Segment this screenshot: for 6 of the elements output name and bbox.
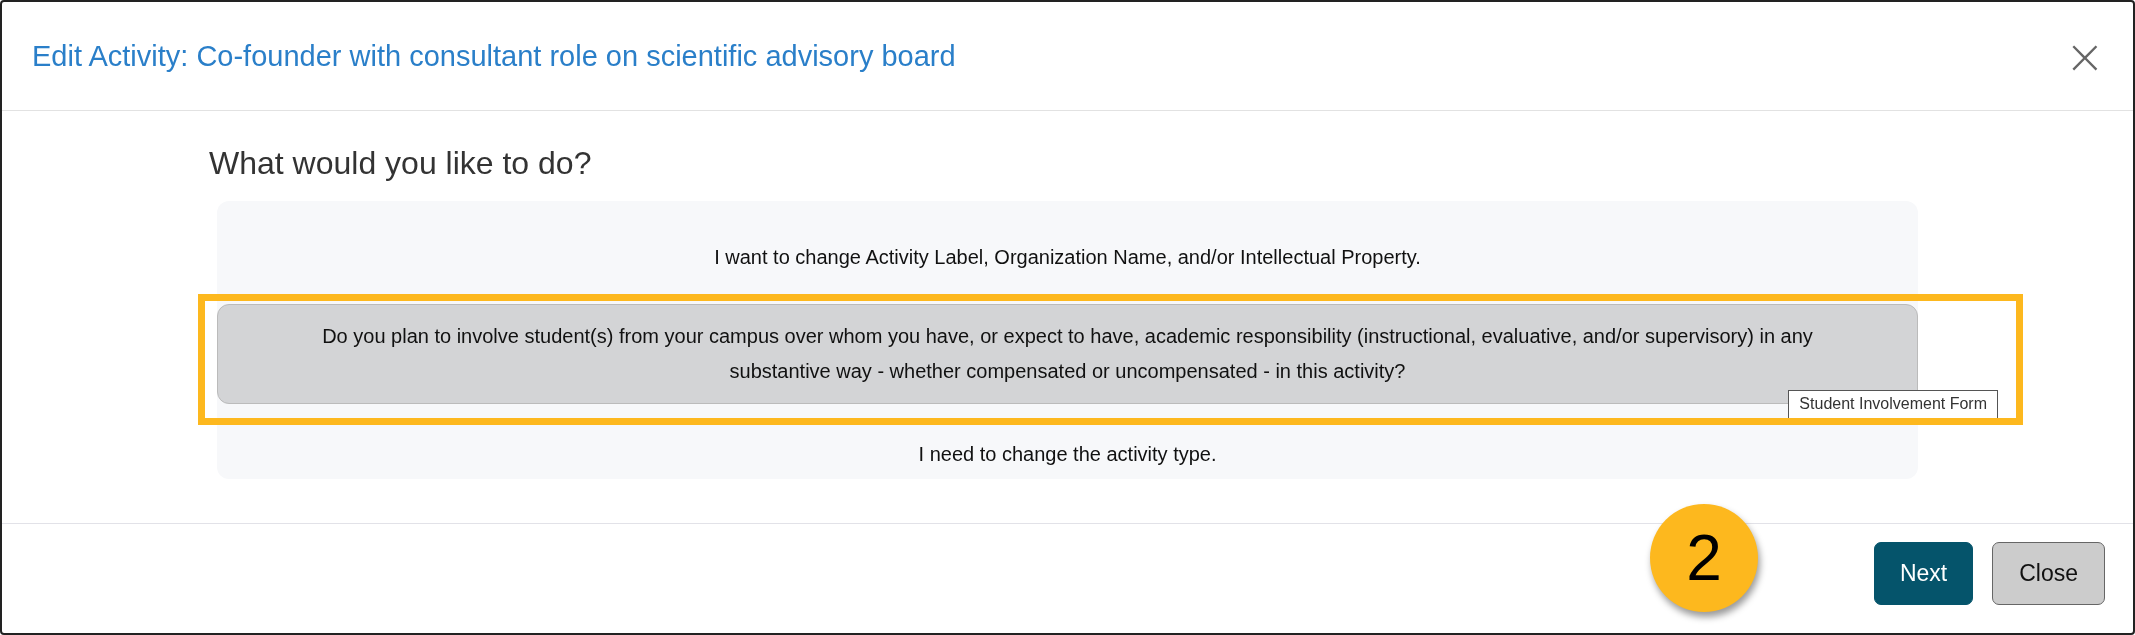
question-heading: What would you like to do?	[209, 145, 593, 183]
step-badge: 2	[1650, 504, 1758, 612]
dialog-title: Edit Activity: Co-founder with consultant role on scientific advisory board	[32, 39, 956, 73]
next-button[interactable]: Next	[1873, 542, 1974, 605]
close-button[interactable]: Close	[1992, 542, 2105, 605]
option-item[interactable]: I want to change Activity Label, Organization Name, and/or Intellectual Property.	[217, 201, 1918, 299]
